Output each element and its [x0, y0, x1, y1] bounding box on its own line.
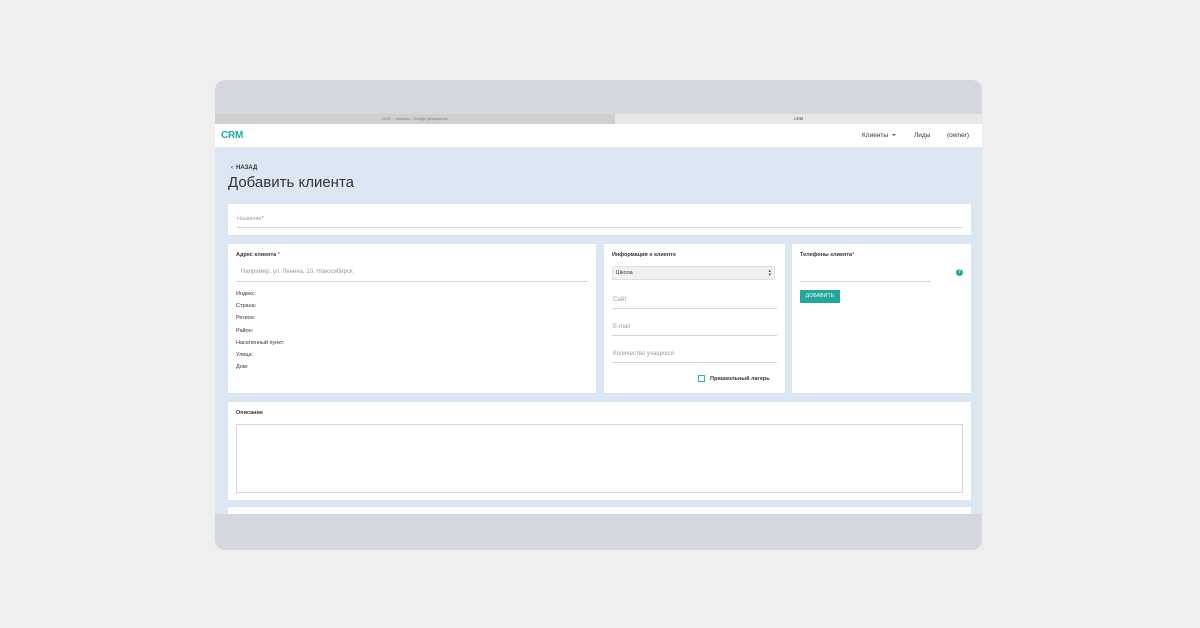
- address-field-country: Страна:: [236, 303, 257, 310]
- app-navbar: CRM Клиенты Лиды (owner): [215, 124, 982, 148]
- name-underline: [237, 227, 962, 228]
- select-arrows-icon: ▴ ▾: [768, 268, 771, 278]
- back-link[interactable]: ‹ НАЗАД: [231, 165, 257, 171]
- address-field-street: Улица:: [236, 351, 254, 358]
- nav-leads[interactable]: Лиды: [914, 132, 930, 139]
- phones-card: Телефоны клиента* ? ДОБАВИТЬ: [792, 244, 971, 393]
- address-underline: [236, 281, 588, 282]
- back-label: НАЗАД: [236, 165, 258, 171]
- nav-clients-label: Клиенты: [862, 132, 889, 139]
- phone-input[interactable]: [800, 281, 931, 282]
- screenshot-frame: ООО – письма – Google Документы CRM CRM …: [215, 80, 982, 550]
- description-textarea[interactable]: [236, 424, 963, 493]
- camp-checkbox[interactable]: [698, 375, 705, 382]
- address-input[interactable]: Например, ул. Ленина, 10, Новосибирск: [241, 269, 353, 275]
- client-info-title: Информация о клиенте: [612, 252, 676, 258]
- email-underline: [612, 335, 777, 336]
- address-field-index: Индекс:: [236, 291, 257, 297]
- address-field-region: Регион:: [236, 315, 256, 322]
- address-title-text: Адрес клиента: [236, 252, 277, 258]
- required-mark: *: [277, 252, 280, 258]
- description-title: Описание: [236, 410, 263, 416]
- name-field[interactable]: Название*: [237, 216, 264, 222]
- site-underline: [612, 308, 777, 309]
- add-phone-button[interactable]: ДОБАВИТЬ: [800, 290, 840, 303]
- client-type-select[interactable]: Школа ▴ ▾: [612, 266, 775, 280]
- client-info-card: Информация о клиенте Школа ▴ ▾ Сайт E-mai…: [604, 244, 785, 393]
- client-type-value: Школа: [616, 270, 633, 276]
- address-title: Адрес клиента *: [236, 252, 280, 258]
- address-field-house: Дом:: [236, 364, 249, 371]
- page-title: Добавить клиента: [228, 174, 354, 191]
- phones-title: Телефоны клиента*: [800, 252, 854, 258]
- phones-title-text: Телефоны клиента: [800, 252, 853, 258]
- description-card: Описание: [228, 402, 971, 500]
- nav-clients-dropdown[interactable]: Клиенты: [862, 132, 897, 139]
- students-underline: [612, 362, 777, 363]
- students-input[interactable]: Количество учащихся: [613, 351, 674, 357]
- nav-owner[interactable]: (owner): [947, 132, 969, 139]
- chevron-left-icon: ‹: [231, 165, 233, 171]
- name-label: Название: [237, 216, 262, 222]
- address-card: Адрес клиента * Например, ул. Ленина, 10…: [228, 244, 596, 393]
- email-input[interactable]: E-mail: [613, 324, 630, 330]
- browser-tab-docs[interactable]: ООО – письма – Google Документы: [215, 114, 615, 124]
- chevron-down-icon: [892, 134, 897, 137]
- camp-checkbox-label[interactable]: Пришкольный лагерь: [710, 376, 770, 382]
- help-icon[interactable]: ?: [956, 269, 963, 276]
- browser-tab-crm[interactable]: CRM: [615, 114, 982, 124]
- required-mark: *: [852, 252, 855, 258]
- browser-window: ООО – письма – Google Документы CRM CRM …: [215, 114, 982, 514]
- name-card: Название*: [228, 204, 971, 235]
- address-field-district: Район:: [236, 327, 254, 334]
- address-field-list: Индекс: Страна: Регион: Район: Населенны…: [236, 288, 285, 373]
- next-card: [228, 507, 971, 514]
- crm-logo[interactable]: CRM: [221, 130, 243, 141]
- site-input[interactable]: Сайт: [613, 297, 627, 303]
- address-field-locality: Населенный пункт:: [236, 339, 285, 346]
- required-mark: *: [261, 216, 264, 222]
